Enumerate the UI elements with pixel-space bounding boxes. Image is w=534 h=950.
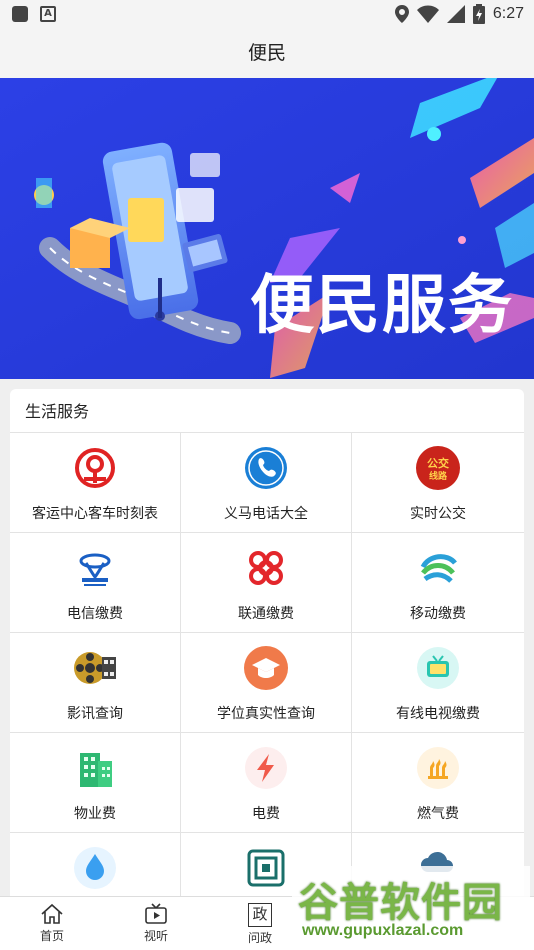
lightning-icon [243,745,289,791]
service-label: 义马电话大全 [224,506,308,522]
signal-icon [446,5,465,23]
home-icon [41,903,63,924]
service-label: 学位真实性查询 [217,706,315,722]
service-property-fee[interactable]: 物业费 [10,733,181,833]
china-unicom-icon [243,545,289,591]
service-label: 实时公交 [410,506,466,522]
page-title: 便民 [247,42,286,64]
status-bar: A 6:27 [0,0,534,28]
service-film-info[interactable]: 影讯查询 [10,633,181,733]
film-reel-icon [72,645,118,691]
service-phone-directory[interactable]: 义马电话大全 [181,433,352,533]
banner-carousel[interactable]: 便民服务 [0,78,534,379]
phone-icon [243,445,289,491]
notification-square-icon [12,6,28,22]
seal-icon [243,845,289,891]
service-label: 联通缴费 [238,606,294,622]
service-cable-tv-pay[interactable]: 有线电视缴费 [352,633,524,733]
location-icon [394,5,409,23]
service-label: 电信缴费 [67,606,123,622]
services-grid: 客运中心客车时刻表 义马电话大全 公交 线路 实时公交 电信缴费 联通缴费 移动… [10,433,524,929]
china-mobile-icon [415,545,461,591]
nav-label: 视听 [143,929,168,943]
service-degree-verify[interactable]: 学位真实性查询 [181,633,352,733]
life-services-card: 生活服务 客运中心客车时刻表 义马电话大全 公交 线路 实时公交 电信缴费 联通… [10,389,524,929]
svg-text:公交: 公交 [427,456,449,470]
section-title: 生活服务 [10,389,524,433]
bus-icon: 公交 线路 [415,445,461,491]
clock-time: 6:27 [492,5,524,22]
railway-icon [72,445,118,491]
banner-title: 便民服务 [250,269,514,343]
tv-play-icon [145,903,167,924]
nav-home[interactable]: 首页 [0,897,104,950]
service-label: 物业费 [74,806,116,822]
service-label: 客运中心客车时刻表 [32,506,158,522]
nav-video[interactable]: 视听 [104,897,208,950]
zheng-icon: 政 [248,903,272,927]
service-label: 有线电视缴费 [396,706,480,722]
service-realtime-bus[interactable]: 公交 线路 实时公交 [352,433,524,533]
service-unicom-pay[interactable]: 联通缴费 [181,533,352,633]
service-gas-fee[interactable]: 燃气费 [352,733,524,833]
nav-label: 首页 [39,929,64,943]
notification-a-icon: A [40,6,56,22]
graduation-cap-icon [243,645,289,691]
service-label: 移动缴费 [410,606,466,622]
china-telecom-icon [72,545,118,591]
gas-flame-icon [415,745,461,791]
wifi-icon [416,5,439,23]
water-drop-icon [72,845,118,891]
service-label: 电费 [252,806,280,822]
service-telecom-pay[interactable]: 电信缴费 [10,533,181,633]
service-bus-schedule[interactable]: 客运中心客车时刻表 [10,433,181,533]
building-icon [72,745,118,791]
title-bar: 便民 [0,28,534,78]
service-label: 影讯查询 [67,706,123,722]
watermark-url: www.gupuxlazal.com [302,922,464,939]
battery-icon [472,4,485,24]
tv-icon [415,645,461,691]
nav-label: 问政 [247,931,272,945]
svg-text:线路: 线路 [429,470,448,482]
service-label: 燃气费 [417,806,459,822]
watermark-text: 谷普软件园 [298,880,503,926]
watermark: 谷普软件园 www.gupuxlazal.com [292,866,530,946]
service-electric-fee[interactable]: 电费 [181,733,352,833]
service-mobile-pay[interactable]: 移动缴费 [352,533,524,633]
